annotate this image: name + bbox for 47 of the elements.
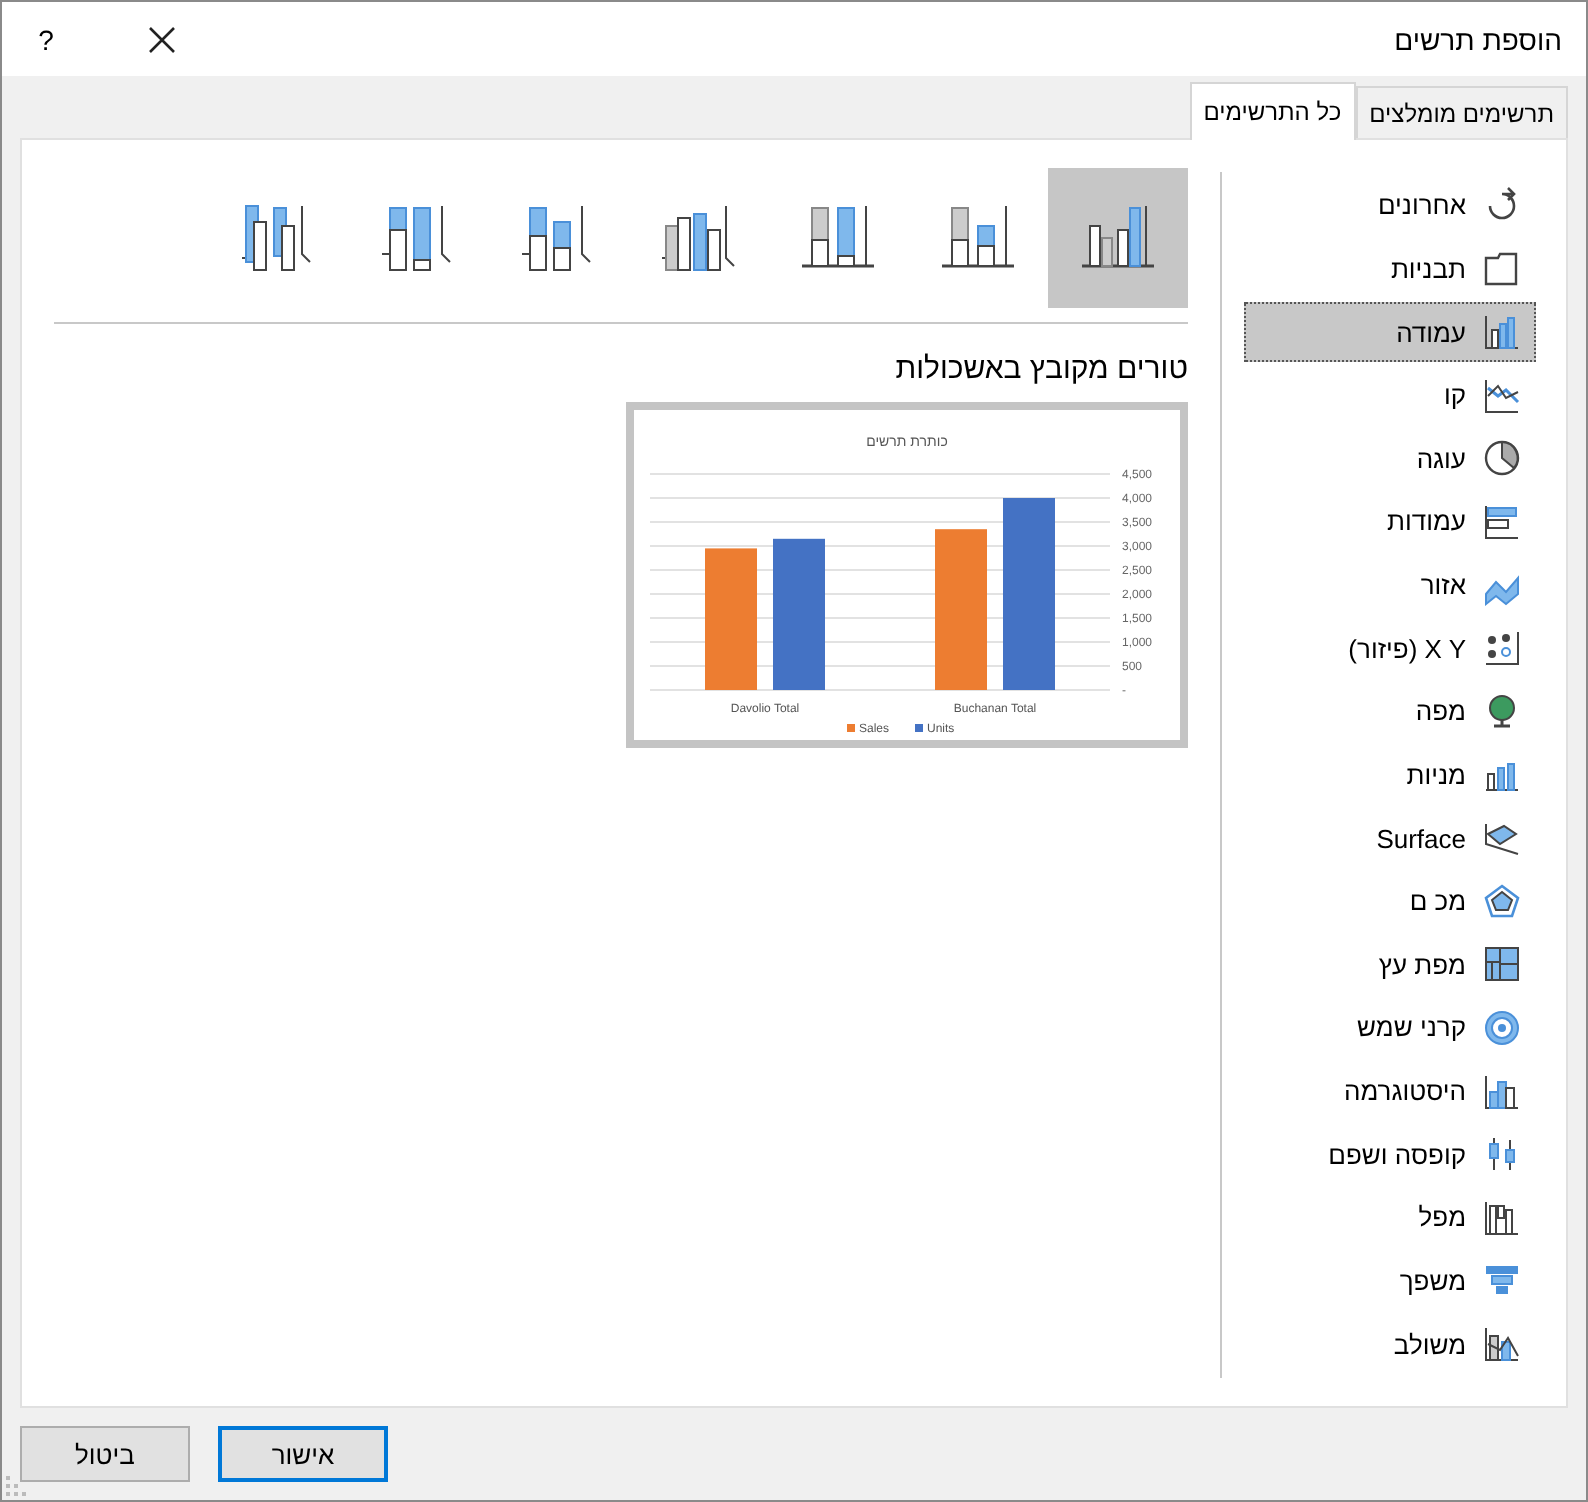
chart-type-item[interactable]: קו (1244, 365, 1536, 425)
bar-chart-icon (1482, 501, 1522, 542)
chart-type-item[interactable]: אזור (1244, 555, 1536, 615)
radar-chart-icon (1482, 881, 1522, 922)
chart-type-item[interactable]: מכ ם (1244, 871, 1536, 931)
column-3d-icon (658, 202, 738, 274)
sunburst-icon (1482, 1007, 1522, 1048)
chart-subtype-button[interactable] (1048, 168, 1188, 308)
tab[interactable]: תרשימים מומלצים (1355, 86, 1568, 138)
waterfall-chart-icon (1482, 1197, 1522, 1238)
help-button[interactable]: ? (26, 23, 66, 55)
folder-icon (1482, 248, 1522, 289)
chart-type-item[interactable]: תבניות (1244, 239, 1536, 299)
treemap-icon (1482, 944, 1522, 985)
full-stacked-column-icon (798, 202, 878, 274)
column-chart-icon (1482, 312, 1522, 353)
chart-type-item[interactable]: Surface (1244, 808, 1536, 868)
resize-grip-icon (6, 1476, 26, 1496)
chart-type-item[interactable]: עמודה (1244, 302, 1536, 362)
combo-chart-icon (1482, 1324, 1522, 1365)
tab[interactable]: כל התרשימים (1189, 82, 1356, 140)
chart-type-item[interactable]: קרני שמש (1244, 998, 1536, 1058)
chart-type-item[interactable]: משפך (1244, 1251, 1536, 1311)
chart-type-item[interactable]: מניות (1244, 745, 1536, 805)
subtype-title: טורים מקובץ באשכולות (893, 352, 1188, 386)
chart-type-item[interactable]: מפת עץ (1244, 935, 1536, 995)
histogram-icon (1482, 1071, 1522, 1112)
chart-type-item[interactable]: היסטוגרמה (1244, 1061, 1536, 1121)
line-chart-icon (1482, 375, 1522, 416)
clustered-column-icon (1078, 202, 1158, 274)
window-title: הוספת תרשים (1394, 23, 1562, 55)
chart-type-item[interactable]: אחרונים (1244, 176, 1536, 236)
bar (705, 548, 757, 690)
chart-type-item[interactable]: עוגה (1244, 429, 1536, 489)
chart-type-item[interactable]: X Y (פיזור) (1244, 618, 1536, 678)
chart-type-item[interactable]: מפה (1244, 682, 1536, 742)
chart-type-item[interactable]: מפל (1244, 1188, 1536, 1248)
close-icon (146, 23, 178, 55)
chart-type-item[interactable]: קופסה ושפם (1244, 1124, 1536, 1184)
scatter-plot-icon (1482, 628, 1522, 669)
surface-chart-icon (1482, 818, 1522, 859)
cancel-button[interactable]: ביטול (20, 1426, 190, 1482)
stacked-column-icon (938, 202, 1018, 274)
chart-type-item[interactable]: משולב (1244, 1314, 1536, 1374)
ok-button[interactable]: אישור (218, 1426, 388, 1482)
chart-type-item[interactable]: עמודות (1244, 492, 1536, 552)
pie-chart-icon (1482, 438, 1522, 479)
